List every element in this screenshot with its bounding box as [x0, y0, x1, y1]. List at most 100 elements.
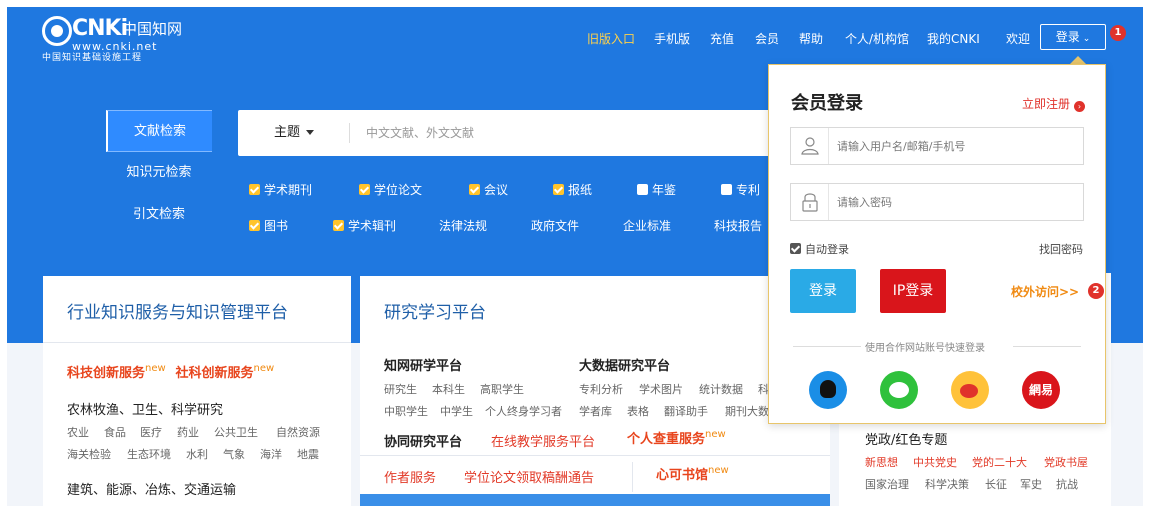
link-undergraduate[interactable]: 本科生 — [432, 381, 465, 397]
link-medical[interactable]: 医疗 — [140, 424, 162, 440]
link-lifelong-learner[interactable]: 个人终身学习者 — [485, 403, 562, 419]
filter-academic-collection[interactable]: 学术辑刊 — [333, 218, 396, 234]
checkbox-checked-icon[interactable] — [249, 220, 260, 231]
link-new-thought[interactable]: 新思想 — [865, 454, 898, 470]
tech-innovation-link[interactable]: 科技创新服务 — [67, 366, 145, 381]
section-agri-health[interactable]: 农林牧渔、卫生、科学研究 — [67, 399, 223, 418]
nav-mobile-label[interactable]: 手机版 — [654, 30, 690, 46]
link-ocean[interactable]: 海洋 — [260, 446, 282, 462]
checkbox-checked-icon[interactable] — [249, 184, 260, 195]
card-title[interactable]: 研究学习平台 — [384, 298, 486, 323]
link-party-history[interactable]: 中共党史 — [913, 454, 957, 470]
checkbox-checked-icon[interactable] — [553, 184, 564, 195]
xinke-bookstore-link[interactable]: 心可书馆 — [656, 468, 708, 483]
link-scholar-db[interactable]: 学者库 — [579, 403, 612, 419]
offsite-access-link[interactable]: 校外访问>> — [1011, 283, 1079, 300]
checkbox-unchecked-icon[interactable] — [637, 184, 648, 195]
login-dropdown-button[interactable]: 登录 ⌄ — [1040, 24, 1106, 50]
wechat-login-icon[interactable] — [880, 371, 918, 409]
link-agriculture[interactable]: 农业 — [67, 424, 89, 440]
filter-tech-report[interactable]: 科技报告 — [714, 218, 762, 234]
link-journal-bigdata[interactable]: 期刊大数 — [725, 403, 769, 419]
link-military-history[interactable]: 军史 — [1020, 476, 1042, 492]
register-link[interactable]: 立即注册 › — [1022, 95, 1085, 112]
forgot-password-link[interactable]: 找回密码 — [1039, 241, 1083, 257]
checkbox-checked-icon[interactable] — [333, 220, 344, 231]
link-natural-resources[interactable]: 自然资源 — [276, 424, 320, 440]
link-secondary-vocational[interactable]: 中职学生 — [384, 403, 428, 419]
social-innovation-link[interactable]: 社科创新服务 — [176, 366, 254, 381]
password-input[interactable] — [837, 192, 1077, 212]
link-decision[interactable]: 科学决策 — [925, 476, 969, 492]
nav-old-version-label[interactable]: 旧版入口 — [587, 30, 635, 46]
filter-conference[interactable]: 会议 — [469, 182, 508, 198]
qq-login-icon[interactable] — [809, 371, 847, 409]
link-food[interactable]: 食品 — [104, 424, 126, 440]
filter-book[interactable]: 图书 — [249, 218, 288, 234]
link-pharma[interactable]: 药业 — [177, 424, 199, 440]
netease-login-icon[interactable]: 網易 — [1022, 371, 1060, 409]
nav-my-cnki-label[interactable]: 我的CNKI — [927, 30, 980, 46]
nav-help-label[interactable]: 帮助 — [799, 30, 823, 46]
plagiarism-check-link[interactable]: 个人查重服务 — [627, 432, 705, 447]
nav-recharge[interactable]: 充值 — [710, 30, 734, 46]
link-party-books[interactable]: 党政书屋 — [1044, 454, 1088, 470]
link-tables[interactable]: 表格 — [627, 403, 649, 419]
link-long-march[interactable]: 长征 — [985, 476, 1007, 492]
author-service-link[interactable]: 作者服务 — [384, 467, 436, 486]
login-button[interactable]: 登录 — [790, 269, 856, 313]
username-input[interactable] — [837, 136, 1077, 156]
link-war-of-resistance[interactable]: 抗战 — [1056, 476, 1078, 492]
link-governance[interactable]: 国家治理 — [865, 476, 909, 492]
filter-law[interactable]: 法律法规 — [439, 218, 487, 234]
filter-government-doc[interactable]: 政府文件 — [531, 218, 579, 234]
link-academic-images[interactable]: 学术图片 — [639, 381, 683, 397]
checkbox-checked-icon[interactable] — [790, 243, 801, 254]
filter-newspaper[interactable]: 报纸 — [553, 182, 592, 198]
link-weather[interactable]: 气象 — [223, 446, 245, 462]
link-vocational-college[interactable]: 高职学生 — [480, 381, 524, 397]
nav-institution[interactable]: 个人/机构馆 — [845, 30, 909, 46]
card-title[interactable]: 行业知识服务与知识管理平台 — [67, 298, 288, 323]
cnki-research-title[interactable]: 知网研学平台 — [384, 355, 462, 374]
nav-institution-label[interactable]: 个人/机构馆 — [845, 30, 909, 46]
filter-thesis[interactable]: 学位论文 — [359, 182, 422, 198]
tab-citation-search[interactable]: 引文检索 — [106, 194, 212, 236]
ip-login-button[interactable]: IP登录 — [880, 269, 946, 313]
link-graduate[interactable]: 研究生 — [384, 381, 417, 397]
nav-recharge-label[interactable]: 充值 — [710, 30, 734, 46]
link-20th-congress[interactable]: 党的二十大 — [972, 454, 1027, 470]
nav-mobile[interactable]: 手机版 — [654, 30, 690, 46]
party-topics-title[interactable]: 党政/红色专题 — [865, 429, 947, 448]
link-statistics[interactable]: 统计数据 — [699, 381, 743, 397]
tab-literature-search[interactable]: 文献检索 — [106, 110, 212, 152]
cnki-logo[interactable]: CNKi 中国知网 www.cnki.net 中国知识基础设施工程 — [42, 16, 182, 64]
weibo-login-icon[interactable] — [951, 371, 989, 409]
nav-my-cnki[interactable]: 我的CNKI — [927, 30, 980, 46]
filter-patent[interactable]: 专利 — [721, 182, 760, 198]
link-public-health[interactable]: 公共卫生 — [214, 424, 258, 440]
link-translator[interactable]: 翻译助手 — [664, 403, 708, 419]
checkbox-unchecked-icon[interactable] — [721, 184, 732, 195]
filter-yearbook[interactable]: 年鉴 — [637, 182, 676, 198]
link-earthquake[interactable]: 地震 — [297, 446, 319, 462]
link-customs[interactable]: 海关检验 — [67, 446, 111, 462]
tab-knowledge-search[interactable]: 知识元检索 — [106, 152, 212, 194]
nav-old-version[interactable]: 旧版入口 — [587, 30, 635, 46]
link-water[interactable]: 水利 — [186, 446, 208, 462]
collab-research-title[interactable]: 协同研究平台 — [384, 431, 462, 450]
nav-member[interactable]: 会员 — [755, 30, 779, 46]
nav-help[interactable]: 帮助 — [799, 30, 823, 46]
section-construction-energy[interactable]: 建筑、能源、冶炼、交通运输 — [67, 479, 236, 498]
search-field-select[interactable]: 主题 — [274, 110, 300, 156]
link-ecology[interactable]: 生态环境 — [127, 446, 171, 462]
filter-enterprise-standard[interactable]: 企业标准 — [623, 218, 671, 234]
caret-down-icon[interactable] — [306, 130, 314, 135]
big-data-title[interactable]: 大数据研究平台 — [579, 355, 670, 374]
search-input[interactable] — [366, 120, 766, 146]
online-teaching-link[interactable]: 在线教学服务平台 — [491, 431, 595, 450]
checkbox-checked-icon[interactable] — [359, 184, 370, 195]
link-middle-school[interactable]: 中学生 — [440, 403, 473, 419]
checkbox-checked-icon[interactable] — [469, 184, 480, 195]
link-patent-analysis[interactable]: 专利分析 — [579, 381, 623, 397]
